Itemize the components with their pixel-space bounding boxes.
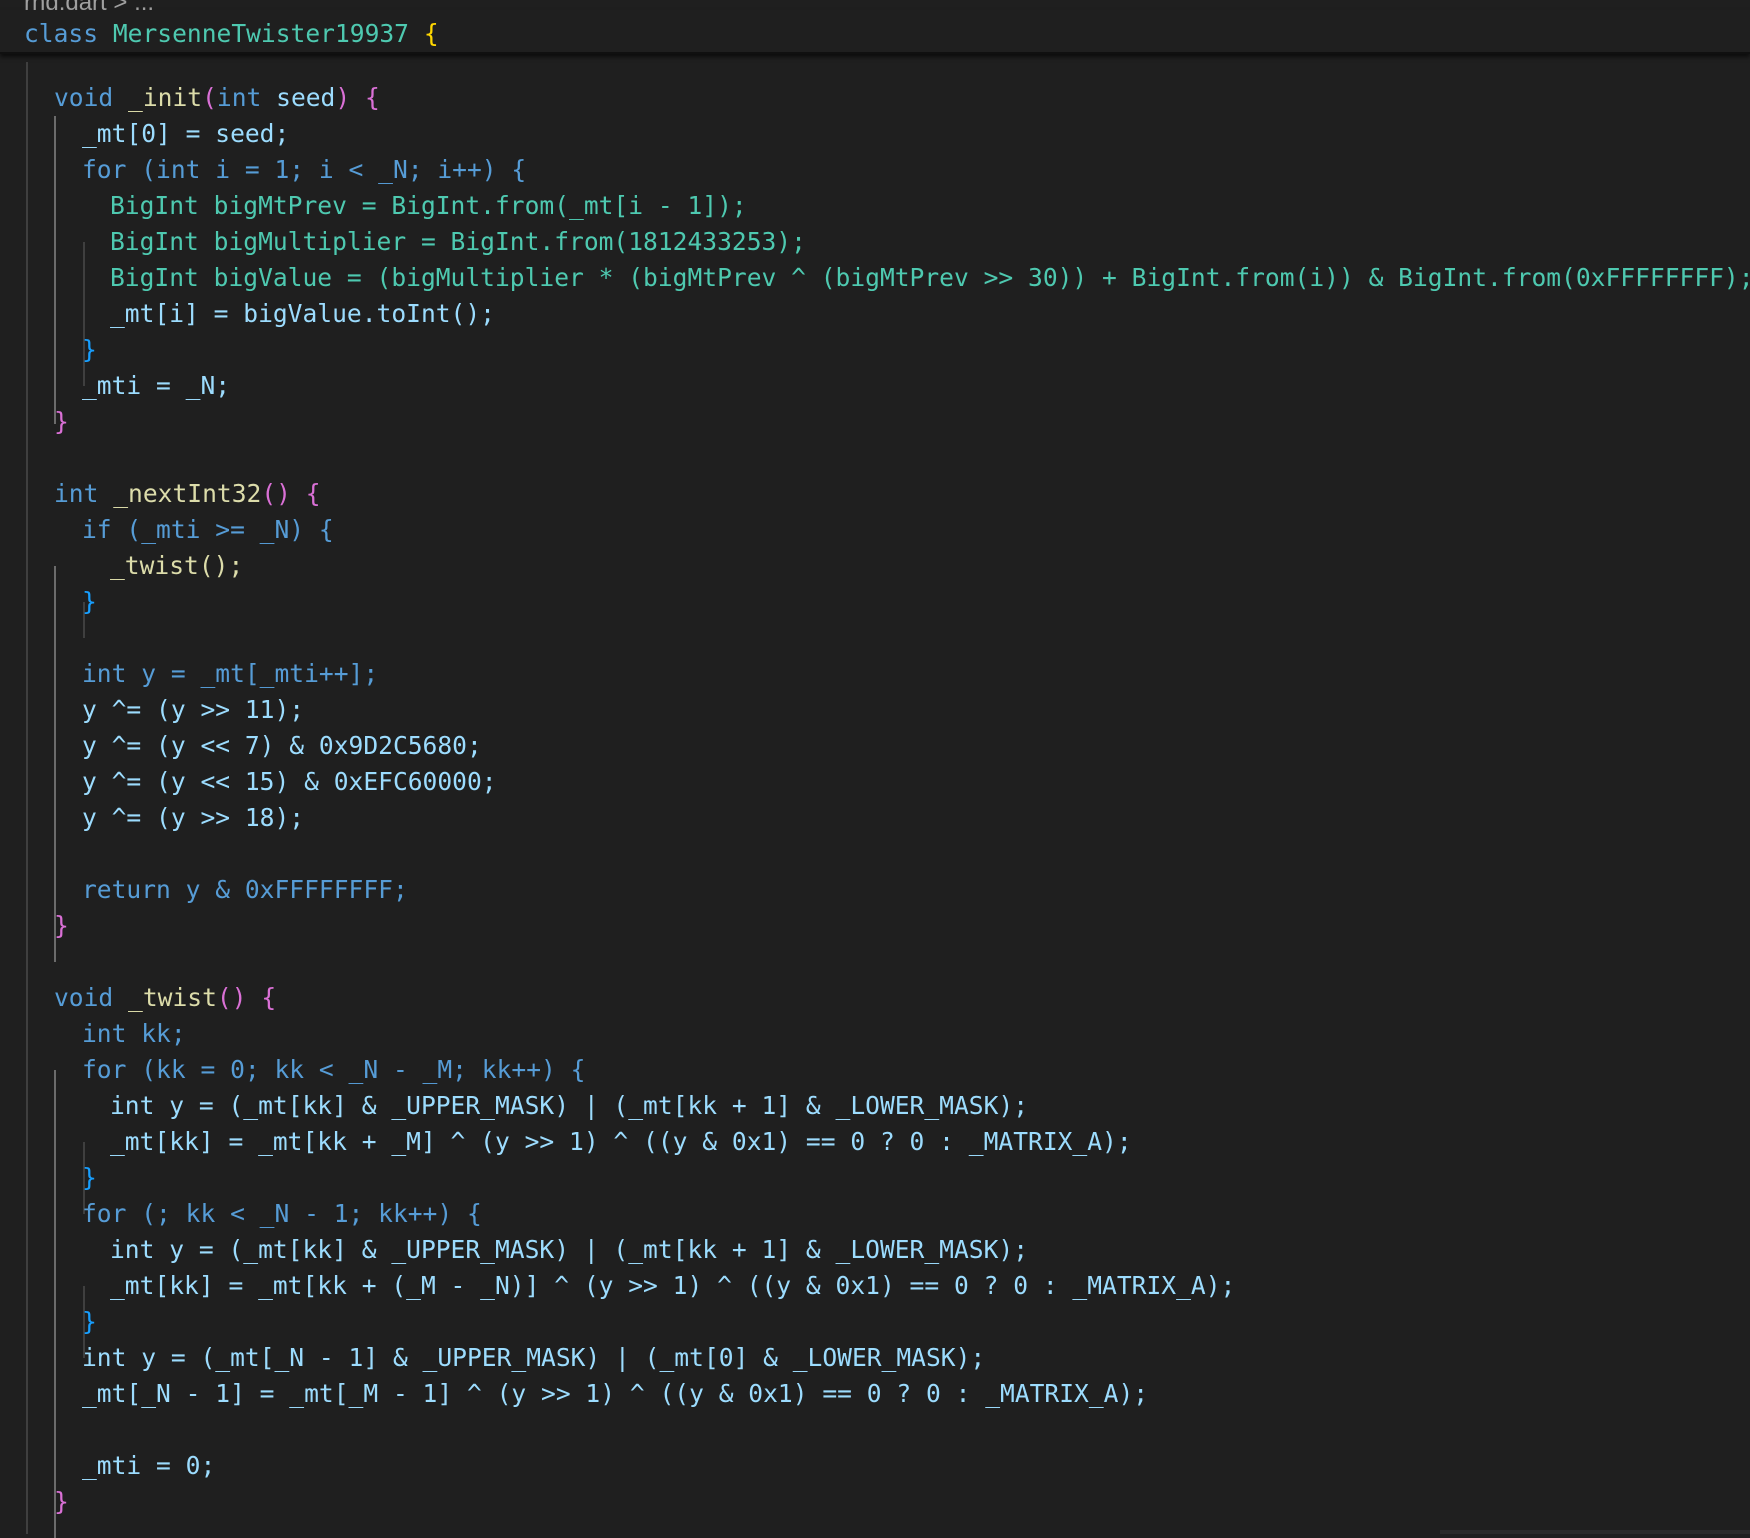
- indent-guide-class: [26, 62, 28, 1534]
- code-line[interactable]: y ^= (y >> 18);: [82, 800, 304, 836]
- breadcrumb[interactable]: rng.dart > ...: [0, 0, 1750, 10]
- param-type: int: [216, 83, 262, 112]
- class-brace: {: [423, 19, 439, 48]
- paren: ): [335, 83, 351, 112]
- code-line[interactable]: for (int i = 1; i < _N; i++) {: [82, 152, 526, 188]
- code-line[interactable]: int y = _mt[_mti++];: [82, 656, 378, 692]
- indent-guide-twist: [54, 1070, 56, 1538]
- code-line[interactable]: BigInt bigMtPrev = BigInt.from(_mt[i - 1…: [110, 188, 747, 224]
- code-line[interactable]: y ^= (y << 15) & 0xEFC60000;: [82, 764, 497, 800]
- code-line[interactable]: void _init(int seed) {: [54, 80, 380, 116]
- code-line[interactable]: }: [82, 332, 97, 368]
- code-line[interactable]: _mt[kk] = _mt[kk + (_M - _N)] ^ (y >> 1)…: [110, 1268, 1235, 1304]
- paren: (): [261, 479, 291, 508]
- code-line[interactable]: BigInt bigMultiplier = BigInt.from(18124…: [110, 224, 806, 260]
- indent-guide-next: [54, 566, 56, 962]
- code-line[interactable]: }: [54, 908, 69, 944]
- function-name: _init: [128, 83, 203, 112]
- return-type: void: [54, 83, 114, 112]
- code-line[interactable]: int _nextInt32() {: [54, 476, 321, 512]
- code-line[interactable]: int kk;: [82, 1016, 186, 1052]
- brace: {: [305, 479, 321, 508]
- sticky-scroll-header[interactable]: class MersenneTwister19937 {: [0, 10, 1750, 54]
- code-line[interactable]: }: [82, 1160, 97, 1196]
- code-line[interactable]: }: [54, 1484, 69, 1520]
- code-line[interactable]: _mt[_N - 1] = _mt[_M - 1] ^ (y >> 1) ^ (…: [82, 1376, 1148, 1412]
- breadcrumb-separator: >: [113, 0, 127, 10]
- code-line[interactable]: _mti = 0;: [82, 1448, 215, 1484]
- code-line[interactable]: y ^= (y << 7) & 0x9D2C5680;: [82, 728, 482, 764]
- code-line[interactable]: }: [54, 404, 69, 440]
- code-line[interactable]: _mt[i] = bigValue.toInt();: [110, 296, 495, 332]
- breadcrumb-file[interactable]: rng.dart: [24, 0, 107, 10]
- code-line[interactable]: int y = (_mt[kk] & _UPPER_MASK) | (_mt[k…: [110, 1232, 1028, 1268]
- paren: (): [216, 983, 247, 1012]
- code-line[interactable]: void _twist() {: [54, 980, 276, 1016]
- code-line[interactable]: _mt[kk] = _mt[kk + _M] ^ (y >> 1) ^ ((y …: [110, 1124, 1132, 1160]
- param-name: seed: [276, 83, 336, 112]
- code-line[interactable]: int y = (_mt[kk] & _UPPER_MASK) | (_mt[k…: [110, 1088, 1028, 1124]
- horizontal-scrollbar[interactable]: [1440, 1530, 1750, 1534]
- indent-guide-init: [54, 116, 56, 424]
- code-line[interactable]: _mt[0] = seed;: [82, 116, 289, 152]
- class-keyword: class: [24, 19, 99, 48]
- code-line[interactable]: }: [82, 1304, 97, 1340]
- code-line[interactable]: BigInt bigValue = (bigMultiplier * (bigM…: [110, 260, 1750, 296]
- code-editor[interactable]: void _init(int seed) { _mt[0] = seed; fo…: [0, 62, 1750, 1538]
- code-line[interactable]: if (_mti >= _N) {: [82, 512, 334, 548]
- brace: {: [261, 983, 277, 1012]
- breadcrumb-more[interactable]: ...: [134, 0, 154, 10]
- function-name: _nextInt32: [113, 479, 262, 508]
- function-name: _twist: [128, 983, 217, 1012]
- brace: {: [365, 83, 380, 112]
- code-line[interactable]: return y & 0xFFFFFFFF;: [82, 872, 408, 908]
- code-line[interactable]: }: [82, 584, 97, 620]
- code-line[interactable]: _twist();: [110, 548, 243, 584]
- code-line[interactable]: y ^= (y >> 11);: [82, 692, 304, 728]
- code-line[interactable]: for (kk = 0; kk < _N - _M; kk++) {: [82, 1052, 585, 1088]
- code-line[interactable]: _mti = _N;: [82, 368, 230, 404]
- class-name: MersenneTwister19937: [112, 19, 409, 48]
- return-type: void: [54, 983, 114, 1012]
- code-line[interactable]: for (; kk < _N - 1; kk++) {: [82, 1196, 482, 1232]
- paren: (: [202, 83, 217, 112]
- code-line[interactable]: int y = (_mt[_N - 1] & _UPPER_MASK) | (_…: [82, 1340, 985, 1376]
- return-type: int: [54, 479, 99, 508]
- sticky-class-line[interactable]: class MersenneTwister19937 {: [24, 16, 439, 52]
